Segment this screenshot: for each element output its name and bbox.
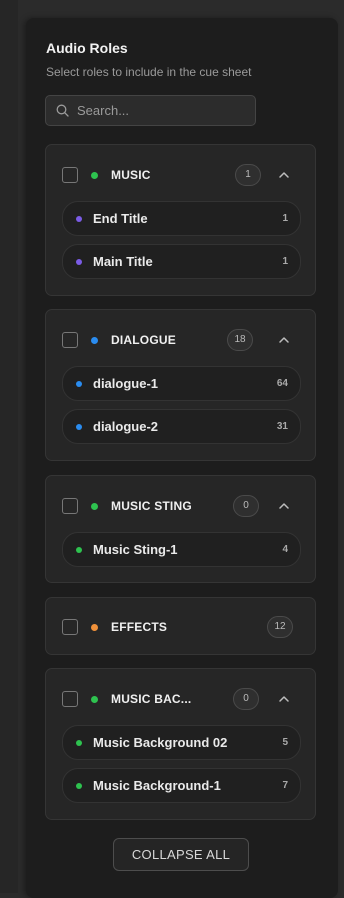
role-item-dot: [76, 740, 82, 746]
role-group-checkbox[interactable]: [62, 167, 78, 183]
role-color-dot: [91, 503, 98, 510]
role-item-count: 4: [282, 544, 288, 555]
role-item-name: End Title: [93, 211, 148, 226]
panel-subtitle: Select roles to include in the cue sheet: [46, 65, 252, 79]
role-item[interactable]: dialogue-1 64: [62, 366, 301, 401]
role-group-checkbox[interactable]: [62, 332, 78, 348]
role-group-header[interactable]: MUSIC STING 0: [46, 476, 315, 536]
role-item-dot: [76, 381, 82, 387]
role-item-name: dialogue-1: [93, 376, 159, 391]
role-item[interactable]: Main Title 1: [62, 244, 301, 279]
role-group-checkbox[interactable]: [62, 691, 78, 707]
role-item-count: 1: [282, 256, 288, 267]
role-group-header[interactable]: DIALOGUE 18: [46, 310, 315, 370]
role-group-count: 0: [233, 495, 259, 517]
role-color-dot: [91, 696, 98, 703]
role-group-music-sting: MUSIC STING 0 Music Sting-1 4: [45, 475, 316, 583]
role-item[interactable]: dialogue-2 31: [62, 409, 301, 444]
search-box[interactable]: [45, 95, 256, 126]
role-item-count: 1: [282, 213, 288, 224]
role-group-name: MUSIC BAC...: [111, 692, 192, 706]
role-group-count: 1: [235, 164, 261, 186]
role-item-name: Main Title: [93, 254, 153, 269]
role-group-checkbox[interactable]: [62, 619, 78, 635]
role-item-name: Music Background-1: [93, 778, 221, 793]
role-group-name: MUSIC: [111, 168, 151, 182]
role-item-count: 64: [276, 378, 288, 389]
panel-title: Audio Roles: [46, 40, 128, 56]
role-item[interactable]: End Title 1: [62, 201, 301, 236]
role-item[interactable]: Music Sting-1 4: [62, 532, 301, 567]
left-background-strip: [0, 0, 18, 893]
chevron-up-icon[interactable]: [277, 500, 291, 512]
role-item-name: Music Background 02: [93, 735, 228, 750]
role-group-effects: EFFECTS 12: [45, 597, 316, 655]
role-group-count: 0: [233, 688, 259, 710]
role-color-dot: [91, 337, 98, 344]
search-icon: [56, 104, 69, 117]
role-group-music-background: MUSIC BAC... 0 Music Background 02 5 Mus…: [45, 668, 316, 820]
role-item[interactable]: Music Background 02 5: [62, 725, 301, 760]
role-item-count: 5: [282, 737, 288, 748]
role-group-header[interactable]: MUSIC BAC... 0: [46, 669, 315, 729]
role-group-name: MUSIC STING: [111, 499, 192, 513]
chevron-up-icon[interactable]: [277, 169, 291, 181]
chevron-up-icon[interactable]: [277, 334, 291, 346]
search-input[interactable]: [75, 102, 239, 119]
role-item-name: Music Sting-1: [93, 542, 178, 557]
role-item-dot: [76, 547, 82, 553]
role-item-dot: [76, 259, 82, 265]
collapse-all-button[interactable]: COLLAPSE ALL: [113, 838, 249, 871]
role-item-dot: [76, 216, 82, 222]
role-group-header[interactable]: EFFECTS 12: [46, 598, 315, 656]
role-group-name: EFFECTS: [111, 620, 168, 634]
chevron-up-icon[interactable]: [277, 693, 291, 705]
role-group-count: 18: [227, 329, 253, 351]
role-item-name: dialogue-2: [93, 419, 159, 434]
role-group-music: MUSIC 1 End Title 1 Main Title 1: [45, 144, 316, 296]
role-group-checkbox[interactable]: [62, 498, 78, 514]
audio-roles-panel: Audio Roles Select roles to include in t…: [26, 18, 338, 898]
role-item-count: 31: [276, 421, 288, 432]
role-group-dialogue: DIALOGUE 18 dialogue-1 64 dialogue-2 31: [45, 309, 316, 461]
role-item-dot: [76, 424, 82, 430]
role-group-header[interactable]: MUSIC 1: [46, 145, 315, 205]
role-color-dot: [91, 172, 98, 179]
role-item-dot: [76, 783, 82, 789]
role-color-dot: [91, 624, 98, 631]
role-group-count: 12: [267, 616, 293, 638]
role-group-name: DIALOGUE: [111, 333, 176, 347]
role-item[interactable]: Music Background-1 7: [62, 768, 301, 803]
role-item-count: 7: [282, 780, 288, 791]
